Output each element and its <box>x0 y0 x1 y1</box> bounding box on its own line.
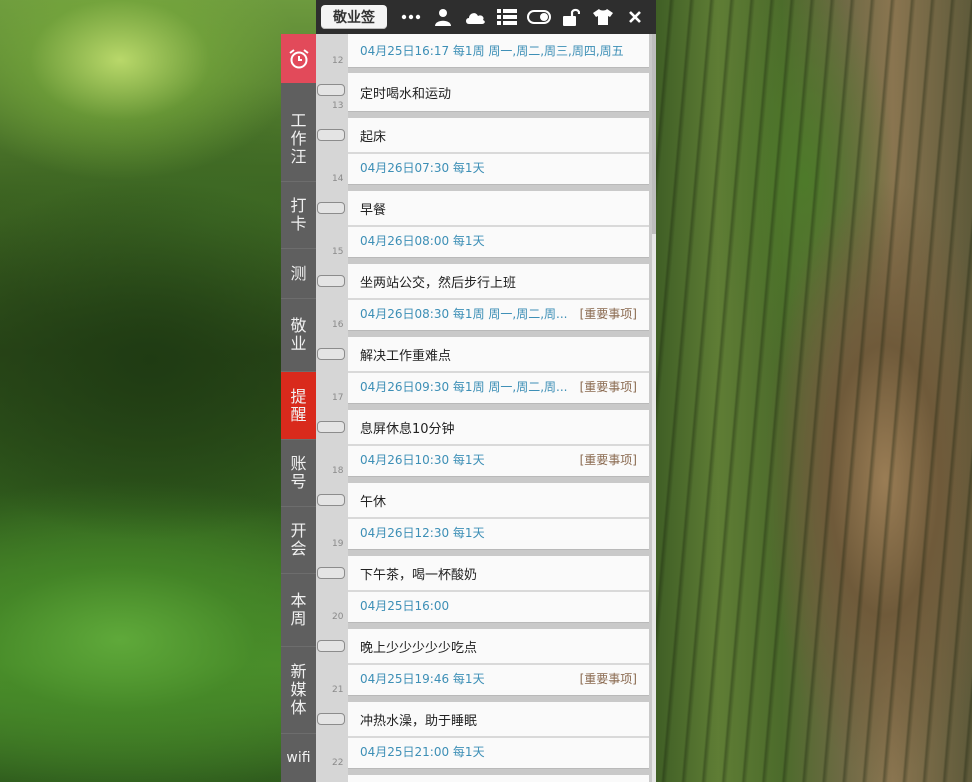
reminder-schedule: 04月26日07:30 每1天 <box>360 161 485 175</box>
notebook-spine <box>316 34 348 782</box>
reminder-title: 坐两站公交，然后步行上班 <box>360 275 517 291</box>
reminder-title: 息屏休息10分钟 <box>360 421 455 437</box>
tab-label: 提醒 <box>290 386 307 424</box>
item-number: 17 <box>332 393 344 403</box>
list-item[interactable]: 下午茶，喝一杯酸奶 04月25日16:00 <box>348 556 649 622</box>
item-number: 20 <box>332 612 344 622</box>
unlock-icon[interactable] <box>555 0 587 34</box>
reminder-title: 冲热水澡，助于睡眠 <box>360 713 478 729</box>
tab-label: 敬业 <box>290 316 307 353</box>
more-icon[interactable] <box>395 0 427 34</box>
tab-checkin[interactable]: 打卡 <box>281 182 316 249</box>
tab-account[interactable]: 账号 <box>281 440 316 507</box>
tab-label: 新媒体 <box>290 662 307 717</box>
item-number: 14 <box>332 174 344 184</box>
list-icon[interactable] <box>491 0 523 34</box>
reminder-title: 早餐 <box>360 202 387 218</box>
scrollbar-thumb[interactable] <box>652 34 656 234</box>
reminder-schedule: 04月26日08:00 每1天 <box>360 234 485 248</box>
importance-tag: [重要事项] <box>579 307 637 321</box>
toggle-icon[interactable] <box>523 0 555 34</box>
reminder-title: 午休 <box>360 494 387 510</box>
tab-label: 工作汪 <box>290 111 307 166</box>
tab-new-media[interactable]: 新媒体 <box>281 647 316 734</box>
list-item[interactable]: 04月25日16:17 每1周 周一,周二,周三,周四,周五 <box>348 34 649 67</box>
tab-label: 打卡 <box>290 196 307 233</box>
tab-label: 开会 <box>290 521 307 558</box>
top-toolbar: 敬业签 <box>316 0 656 34</box>
tab-work[interactable]: 工作汪 <box>281 97 316 182</box>
item-number: 18 <box>332 466 344 476</box>
reminder-title: 下午茶，喝一杯酸奶 <box>360 567 478 583</box>
alarm-clock-icon <box>288 48 309 68</box>
tab-dedication[interactable]: 敬业 <box>281 299 316 372</box>
binder-ring <box>317 129 345 141</box>
reminder-schedule: 04月26日10:30 每1天 <box>360 453 485 467</box>
binder-ring <box>317 421 345 433</box>
binder-ring <box>317 713 345 725</box>
user-icon[interactable] <box>427 0 459 34</box>
item-number: 19 <box>332 539 344 549</box>
tab-label: 本周 <box>290 591 307 628</box>
list-item[interactable]: 午休 04月26日12:30 每1天 <box>348 483 649 549</box>
alarm-clock-tab[interactable] <box>281 34 316 83</box>
importance-tag: [重要事项] <box>579 672 637 686</box>
reminder-schedule: 04月25日21:00 每1天 <box>360 745 485 759</box>
tab-label: wifi <box>286 750 311 766</box>
list-item[interactable]: 冲热水澡，助于睡眠 04月25日21:00 每1天 <box>348 702 649 768</box>
reminder-schedule: 04月25日16:17 每1周 周一,周二,周三,周四,周五 <box>360 44 624 58</box>
tab-reminders[interactable]: 提醒 <box>281 372 316 440</box>
item-number: 15 <box>332 247 344 257</box>
tab-label: 账号 <box>290 454 307 491</box>
list-item[interactable]: 息屏休息10分钟 04月26日10:30 每1天 [重要事项] <box>348 410 649 476</box>
list-item[interactable]: 坐两站公交，然后步行上班 04月26日08:30 每1周 周一,周二,周... [… <box>348 264 649 330</box>
importance-tag: [重要事项] <box>579 380 637 394</box>
reminder-schedule: 04月25日16:00 <box>360 599 450 613</box>
binder-ring <box>317 567 345 579</box>
reminder-schedule: 04月25日19:46 每1天 <box>360 672 485 686</box>
list-item[interactable] <box>348 775 649 782</box>
item-number: 21 <box>332 685 344 695</box>
reminder-schedule: 04月26日08:30 每1周 周一,周二,周... <box>360 307 568 321</box>
binder-ring <box>317 275 345 287</box>
item-number: 13 <box>332 101 344 111</box>
tab-test[interactable]: 测 <box>281 249 316 299</box>
tab-meeting[interactable]: 开会 <box>281 507 316 574</box>
importance-tag: [重要事项] <box>579 453 637 467</box>
reminder-schedule: 04月26日09:30 每1周 周一,周二,周... <box>360 380 568 394</box>
list-item[interactable]: 起床 04月26日07:30 每1天 <box>348 118 649 184</box>
tab-label: 测 <box>290 263 307 283</box>
reminder-title: 起床 <box>360 129 387 145</box>
list-item[interactable]: 定时喝水和运动 <box>348 73 649 111</box>
desktop-wallpaper-tree <box>655 0 972 782</box>
binder-ring <box>317 84 345 96</box>
binder-ring <box>317 202 345 214</box>
cloud-icon[interactable] <box>459 0 491 34</box>
tshirt-icon[interactable] <box>587 0 619 34</box>
binder-ring <box>317 348 345 360</box>
close-icon[interactable] <box>619 0 651 34</box>
category-tab-rail: 工作汪 打卡 测 敬业 提醒 账号 开会 本周 新媒体 wifi <box>281 34 316 782</box>
tab-this-week[interactable]: 本周 <box>281 574 316 647</box>
item-number: 22 <box>332 758 344 768</box>
app-logo-button[interactable]: 敬业签 <box>321 5 387 29</box>
list-item[interactable]: 早餐 04月26日08:00 每1天 <box>348 191 649 257</box>
reminder-title: 解决工作重难点 <box>360 348 452 364</box>
binder-ring <box>317 640 345 652</box>
item-number: 12 <box>332 56 344 66</box>
item-number: 16 <box>332 320 344 330</box>
binder-ring <box>317 494 345 506</box>
list-item[interactable]: 解决工作重难点 04月26日09:30 每1周 周一,周二,周... [重要事项] <box>348 337 649 403</box>
reminder-title: 定时喝水和运动 <box>360 86 452 102</box>
list-item[interactable]: 晚上少少少少少吃点 04月25日19:46 每1天 [重要事项] <box>348 629 649 695</box>
reminder-schedule: 04月26日12:30 每1天 <box>360 526 485 540</box>
reminder-title: 晚上少少少少少吃点 <box>360 640 478 656</box>
reminder-list-panel[interactable]: 04月25日16:17 每1周 周一,周二,周三,周四,周五 12 定时喝水和运… <box>316 34 656 782</box>
tab-wifi[interactable]: wifi <box>281 734 316 782</box>
